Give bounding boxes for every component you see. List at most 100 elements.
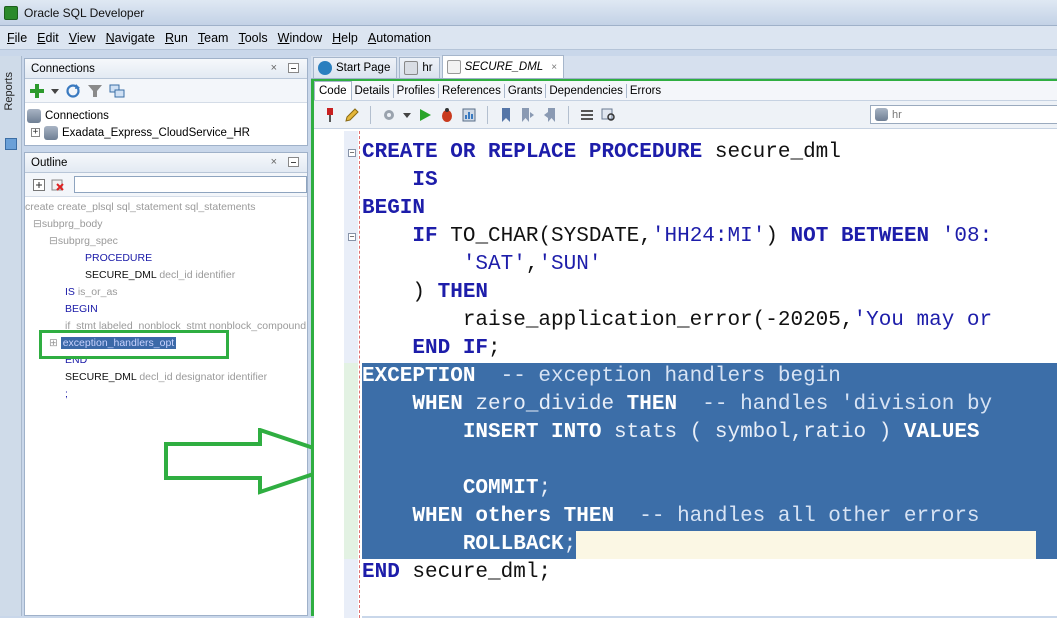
code-token: 'You may or (853, 309, 993, 332)
outline-item[interactable]: BEGIN (65, 301, 98, 317)
subtab-profiles[interactable]: Profiles (394, 83, 440, 98)
tab-secure-dml[interactable]: SECURE_DML × (441, 55, 565, 78)
close-icon[interactable]: × (271, 62, 277, 74)
pin-icon[interactable] (322, 107, 338, 123)
tab-start-page[interactable]: Start Page (313, 57, 398, 78)
schema-browser-icon[interactable] (109, 83, 125, 99)
format-lines-icon[interactable] (579, 107, 595, 123)
previous-bookmark-icon[interactable] (542, 107, 558, 123)
minimize-button[interactable] (288, 157, 299, 167)
expand-icon[interactable]: + (31, 128, 40, 137)
code-token: secure_dml; (399, 561, 552, 584)
compile-gear-icon[interactable] (381, 107, 397, 123)
code-token: 'HH24:MI' (651, 225, 766, 248)
tree-row-connections[interactable]: Connections (27, 107, 307, 124)
code-token: '08: (941, 225, 993, 248)
outline-item[interactable]: ⊟subprg_body (33, 216, 103, 232)
menu-edit[interactable]: Edit (32, 31, 64, 45)
code-line[interactable]: ) THEN (362, 279, 1057, 307)
code-line[interactable]: INSERT INTO stats ( symbol,ratio ) VALUE… (362, 419, 1057, 447)
find-db-object-icon[interactable] (601, 107, 617, 123)
editor-subtabs: Code Details Profiles References Grants … (314, 81, 1057, 101)
subtab-code[interactable]: Code (314, 81, 352, 100)
outline-item[interactable]: IS is_or_as (65, 284, 118, 300)
code-token: -- handles 'division by (677, 393, 993, 416)
code-line[interactable] (362, 447, 1057, 475)
expand-all-icon[interactable] (31, 177, 46, 193)
menu-file[interactable]: File (2, 31, 32, 45)
fold-toggle-icon[interactable]: − (348, 233, 356, 241)
subtab-errors[interactable]: Errors (627, 84, 664, 98)
run-icon[interactable] (417, 107, 433, 123)
code-line[interactable]: BEGIN (362, 195, 1057, 223)
refresh-icon[interactable] (65, 83, 81, 99)
code-token: IS (412, 169, 438, 192)
code-line[interactable]: WHEN others THEN -- handles all other er… (362, 503, 1057, 531)
filter-clear-icon[interactable] (50, 177, 65, 193)
bookmark-icon[interactable] (498, 107, 514, 123)
outline-item[interactable]: SECURE_DML decl_id identifier (85, 267, 235, 283)
subtab-grants[interactable]: Grants (505, 83, 547, 98)
outline-item[interactable]: ; (65, 386, 68, 402)
debug-bug-icon[interactable] (439, 107, 455, 123)
close-icon[interactable]: × (271, 156, 277, 168)
connection-select[interactable]: hr (870, 105, 1057, 124)
reports-tab[interactable]: Reports (3, 66, 19, 196)
subtab-dependencies[interactable]: Dependencies (546, 83, 627, 98)
code-token: 'SUN' (538, 253, 602, 276)
menu-navigate[interactable]: Navigate (101, 31, 160, 45)
code-line[interactable]: WHEN zero_divide THEN -- handles 'divisi… (362, 391, 1057, 419)
menu-help[interactable]: Help (327, 31, 363, 45)
edit-pencil-icon[interactable] (344, 107, 360, 123)
outline-item[interactable]: create create_plsql sql_statement sql_st… (25, 199, 256, 215)
code-line[interactable]: IS (362, 167, 1057, 195)
change-marker-bar (344, 363, 358, 559)
menu-automation[interactable]: Automation (363, 31, 436, 45)
subtab-references[interactable]: References (439, 83, 505, 98)
add-connection-icon[interactable] (29, 83, 45, 99)
code-line[interactable]: END secure_dml; (362, 559, 1057, 587)
subtab-details[interactable]: Details (352, 83, 394, 98)
outline-item[interactable]: SECURE_DML decl_id designator identifier (65, 369, 267, 385)
tab-hr[interactable]: hr (399, 57, 440, 78)
code-line[interactable]: END IF; (362, 335, 1057, 363)
code-text[interactable]: CREATE OR REPLACE PROCEDURE secure_dml I… (362, 139, 1057, 587)
reports-icon (5, 138, 17, 150)
chevron-down-icon[interactable] (51, 83, 59, 99)
code-token: 'SAT' (462, 253, 526, 276)
menu-tools[interactable]: Tools (233, 31, 272, 45)
code-line[interactable]: IF TO_CHAR(SYSDATE,'HH24:MI') NOT BETWEE… (362, 223, 1057, 251)
code-token: EXCEPTION (362, 365, 476, 388)
outline-tree: create create_plsql sql_statement sql_st… (25, 197, 307, 607)
menu-run[interactable]: Run (160, 31, 193, 45)
code-line[interactable]: raise_application_error(-20205,'You may … (362, 307, 1057, 335)
profile-icon[interactable] (461, 107, 477, 123)
menu-window[interactable]: Window (273, 31, 327, 45)
code-line[interactable]: CREATE OR REPLACE PROCEDURE secure_dml (362, 139, 1057, 167)
chevron-down-icon[interactable] (403, 107, 411, 123)
outline-item[interactable]: PROCEDURE (85, 250, 152, 266)
tree-row-connection[interactable]: + Exadata_Express_CloudService_HR (27, 124, 307, 141)
code-line[interactable]: ROLLBACK; (362, 531, 1057, 559)
code-token: COMMIT (462, 477, 539, 500)
filter-icon[interactable] (87, 83, 103, 99)
outline-filter-input[interactable] (73, 176, 307, 193)
code-token: CREATE OR REPLACE PROCEDURE (362, 141, 703, 164)
code-line[interactable]: EXCEPTION -- exception handlers begin (362, 363, 1057, 391)
connections-panel: Connections × Connections + Exadata_Expr… (24, 58, 308, 146)
code-line[interactable]: COMMIT; (362, 475, 1057, 503)
outline-item[interactable]: ⊟subprg_spec (49, 233, 118, 249)
code-line[interactable]: 'SAT','SUN' (362, 251, 1057, 279)
outline-panel-header: Outline × (25, 153, 307, 173)
close-icon[interactable]: × (551, 62, 557, 73)
app-icon (4, 5, 18, 20)
minimize-button[interactable] (288, 63, 299, 73)
fold-toggle-icon[interactable]: − (348, 149, 356, 157)
next-bookmark-icon[interactable] (520, 107, 536, 123)
connections-tree: Connections + Exadata_Express_CloudServi… (25, 103, 307, 141)
menu-view[interactable]: View (64, 31, 101, 45)
menu-team[interactable]: Team (193, 31, 234, 45)
editor-toolbar: hr (314, 101, 1057, 129)
